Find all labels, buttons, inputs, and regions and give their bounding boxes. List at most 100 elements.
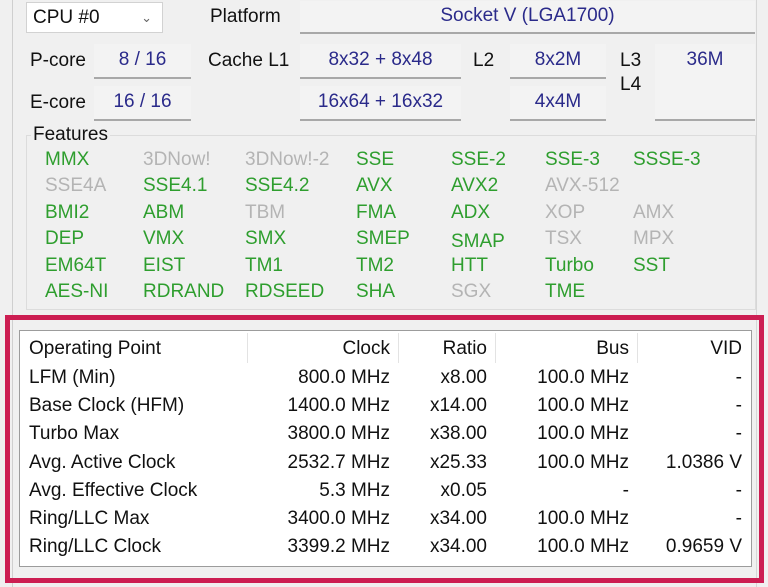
- feature-sha: SHA: [356, 281, 396, 302]
- feature-3dnow-2: 3DNow!-2: [245, 149, 330, 170]
- feature-sse4-2: SSE4.2: [245, 175, 310, 196]
- column-header-clock[interactable]: Clock: [342, 338, 390, 360]
- features-title: Features: [31, 124, 110, 146]
- feature-ssse-3: SSSE-3: [633, 149, 701, 170]
- feature-dep: DEP: [45, 228, 85, 249]
- cell-vid: -: [735, 479, 742, 501]
- feature-turbo: Turbo: [545, 255, 594, 276]
- feature-sse4a: SSE4A: [45, 175, 107, 196]
- feature-tbm: TBM: [245, 202, 286, 223]
- feature-xop: XOP: [545, 202, 586, 223]
- feature-fma: FMA: [356, 202, 397, 223]
- cell-ratio: x0.05: [440, 479, 487, 501]
- cell-ratio: x34.00: [429, 508, 487, 529]
- feature-rdrand: RDRAND: [143, 281, 225, 302]
- feature-amx: AMX: [633, 202, 675, 223]
- p-core-field: 8 / 16: [94, 44, 191, 79]
- feature-tm1: TM1: [245, 255, 283, 276]
- cell-clock: 3400.0 MHz: [287, 508, 390, 529]
- cache-l2-p-field: 8x2M: [510, 44, 606, 79]
- platform-field: Socket V (LGA1700): [300, 1, 755, 34]
- cell-vid: 0.9659 V: [665, 536, 742, 558]
- feature-avx-512: AVX-512: [545, 175, 620, 196]
- column-header-vid[interactable]: VID: [710, 338, 742, 360]
- cache-l1-p-field: 8x32 + 8x48: [300, 44, 461, 79]
- feature-avx2: AVX2: [451, 175, 499, 196]
- e-core-field: 16 / 16: [94, 86, 191, 121]
- cell-vid: -: [735, 508, 742, 529]
- feature-mpx: MPX: [633, 228, 675, 249]
- feature-adx: ADX: [451, 202, 491, 223]
- feature-avx: AVX: [356, 175, 393, 196]
- cell-vid: -: [735, 395, 742, 417]
- cpu-select-value: CPU #0: [33, 7, 100, 28]
- cell-clock: 2532.7 MHz: [287, 451, 390, 473]
- operating-point-table: Operating Point Clock Ratio Bus VID LFM (Min…: [19, 330, 752, 567]
- chevron-down-icon[interactable]: ⌄: [141, 3, 152, 32]
- cell-ratio: x38.00: [429, 423, 487, 445]
- cell-operating-point: Avg. Active Clock: [29, 451, 176, 473]
- cell-clock: 3399.2 MHz: [287, 536, 390, 558]
- column-separator[interactable]: [247, 333, 248, 363]
- feature-abm: ABM: [143, 202, 185, 223]
- cpu-select[interactable]: CPU #0 ⌄: [26, 2, 163, 33]
- feature-sse: SSE: [356, 149, 395, 170]
- cell-vid: 1.0386 V: [665, 451, 742, 473]
- cell-operating-point: Avg. Effective Clock: [29, 479, 198, 501]
- column-header-ratio[interactable]: Ratio: [443, 338, 487, 360]
- cache-l2-label: L2: [473, 50, 495, 71]
- feature-sst: SST: [633, 255, 670, 276]
- column-header-operating-point[interactable]: Operating Point: [29, 338, 161, 360]
- cell-clock: 1400.0 MHz: [287, 395, 390, 417]
- feature-em64t: EM64T: [45, 255, 107, 276]
- cell-operating-point: Base Clock (HFM): [29, 395, 185, 417]
- feature-sse-2: SSE-2: [451, 149, 506, 170]
- cache-l3-field: 36M: [655, 44, 755, 121]
- cell-bus: 100.0 MHz: [537, 508, 629, 529]
- cell-bus: 100.0 MHz: [537, 536, 629, 558]
- feature-sse-3: SSE-3: [545, 149, 600, 170]
- cell-operating-point: LFM (Min): [29, 367, 116, 388]
- cell-operating-point: Ring/LLC Max: [29, 508, 150, 529]
- feature-aes-ni: AES-NI: [45, 281, 109, 302]
- cache-l4-label: L4: [620, 74, 642, 95]
- cell-bus: 100.0 MHz: [537, 451, 629, 473]
- cache-l1-e-field: 16x64 + 16x32: [300, 86, 461, 121]
- cache-l3-label: L3: [620, 50, 642, 71]
- cell-clock: 5.3 MHz: [319, 479, 390, 501]
- column-separator[interactable]: [398, 333, 399, 363]
- cell-ratio: x34.00: [429, 536, 487, 558]
- cell-bus: 100.0 MHz: [537, 367, 629, 388]
- cell-ratio: x8.00: [440, 367, 487, 388]
- feature-bmi2: BMI2: [45, 202, 90, 223]
- cell-clock: 800.0 MHz: [298, 367, 390, 388]
- feature-sgx: SGX: [451, 281, 492, 302]
- e-core-label: E-core: [30, 92, 86, 113]
- feature-smap: SMAP: [451, 231, 505, 252]
- cell-operating-point: Turbo Max: [29, 423, 120, 445]
- cell-vid: -: [735, 423, 742, 445]
- cell-ratio: x25.33: [429, 451, 487, 473]
- feature-sse4-1: SSE4.1: [143, 175, 208, 196]
- feature-tsx: TSX: [545, 228, 582, 249]
- feature-3dnow: 3DNow!: [143, 149, 211, 170]
- feature-htt: HTT: [451, 255, 488, 276]
- cache-l2-e-field: 4x4M: [510, 86, 606, 121]
- feature-tme: TME: [545, 281, 586, 302]
- feature-smep: SMEP: [356, 228, 410, 249]
- cache-l1-label: Cache L1: [208, 50, 290, 71]
- feature-smx: SMX: [245, 228, 287, 249]
- feature-eist: EIST: [143, 255, 186, 276]
- feature-vmx: VMX: [143, 228, 185, 249]
- cell-ratio: x14.00: [429, 395, 487, 417]
- cell-clock: 3800.0 MHz: [287, 423, 390, 445]
- cell-vid: -: [735, 367, 742, 388]
- p-core-label: P-core: [30, 50, 86, 71]
- cell-bus: -: [622, 479, 629, 501]
- column-separator[interactable]: [637, 333, 638, 363]
- feature-tm2: TM2: [356, 255, 394, 276]
- feature-rdseed: RDSEED: [245, 281, 325, 302]
- column-separator[interactable]: [495, 333, 496, 363]
- cell-operating-point: Ring/LLC Clock: [29, 536, 161, 558]
- column-header-bus[interactable]: Bus: [596, 338, 629, 360]
